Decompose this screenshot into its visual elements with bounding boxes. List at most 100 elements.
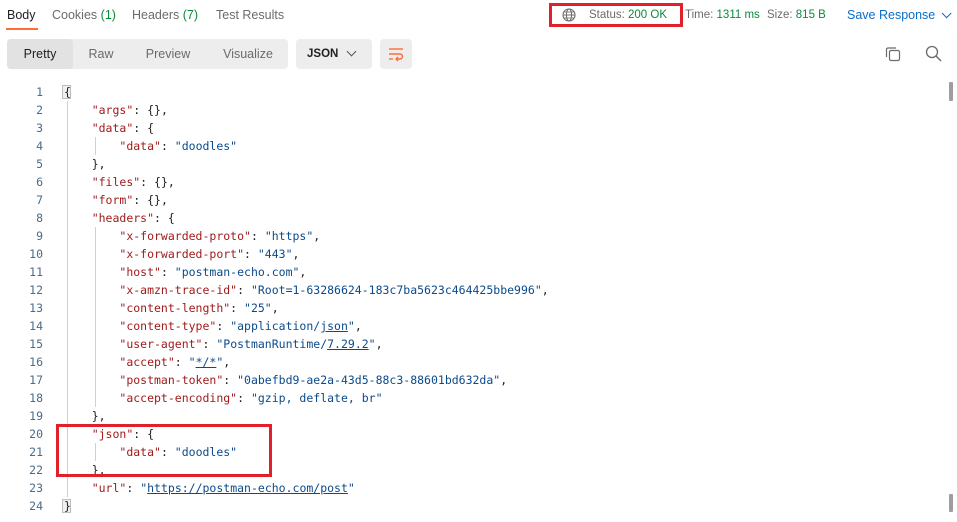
code-line: 5 }, xyxy=(0,155,945,173)
code-text: "files": {}, xyxy=(91,175,175,189)
search-icon[interactable] xyxy=(925,45,942,62)
view-raw-button[interactable]: Raw xyxy=(75,39,127,69)
status-label: Status: xyxy=(589,9,625,21)
code-text: "args": {}, xyxy=(91,103,168,117)
code-text: "content-type": "application/json", xyxy=(119,319,362,333)
line-number: 23 xyxy=(29,481,43,495)
code-line: 16 "accept": "*/*", xyxy=(0,353,945,371)
chevron-down-icon xyxy=(346,46,357,57)
size-value: 815 B xyxy=(795,9,826,21)
code-line: 13 "content-length": "25", xyxy=(0,299,945,317)
code-line: 23 "url": "https://postman-echo.com/post… xyxy=(0,479,945,497)
view-preview-button[interactable]: Preview xyxy=(131,39,205,69)
code-line: 3 "data": { xyxy=(0,119,945,137)
line-number: 3 xyxy=(36,121,43,135)
line-number: 22 xyxy=(29,463,43,477)
code-line: 19 }, xyxy=(0,407,945,425)
line-number: 24 xyxy=(29,499,43,513)
size-label: Size: xyxy=(767,9,793,21)
code-text: "x-forwarded-proto": "https", xyxy=(119,229,321,243)
code-text: "x-forwarded-port": "443", xyxy=(119,247,300,261)
wrap-lines-button[interactable] xyxy=(380,39,412,69)
line-number: 4 xyxy=(36,139,43,153)
line-number: 7 xyxy=(36,193,43,207)
tab-body[interactable]: Body xyxy=(7,8,36,22)
copy-icon[interactable] xyxy=(885,46,901,62)
code-text: "data": { xyxy=(91,121,155,135)
view-visualize-button[interactable]: Visualize xyxy=(211,39,285,69)
size-indicator[interactable]: Size: 815 B xyxy=(767,9,826,21)
line-number: 11 xyxy=(29,265,43,279)
line-number: 18 xyxy=(29,391,43,405)
format-dropdown[interactable]: JSON xyxy=(296,39,372,69)
code-line: 11 "host": "postman-echo.com", xyxy=(0,263,945,281)
code-line: 8 "headers": { xyxy=(0,209,945,227)
line-number: 14 xyxy=(29,319,43,333)
line-number: 6 xyxy=(36,175,43,189)
code-text: }, xyxy=(64,409,106,423)
line-number: 8 xyxy=(36,211,43,225)
code-line: 4 "data": "doodles" xyxy=(0,137,945,155)
status-indicator[interactable]: Status: 200 OK xyxy=(589,9,667,21)
code-text: "postman-token": "0abefbd9-ae2a-43d5-88c… xyxy=(119,373,508,387)
line-number: 2 xyxy=(36,103,43,117)
code-line: 12 "x-amzn-trace-id": "Root=1-63286624-1… xyxy=(0,281,945,299)
json-highlight-box xyxy=(56,424,272,477)
line-number: 17 xyxy=(29,373,43,387)
line-number: 20 xyxy=(29,427,43,441)
code-line: 24} xyxy=(0,497,945,515)
code-text: }, xyxy=(64,157,106,171)
code-text: "form": {}, xyxy=(91,193,168,207)
indent-guide xyxy=(95,227,96,407)
code-line: 10 "x-forwarded-port": "443", xyxy=(0,245,945,263)
time-indicator[interactable]: Time: 1311 ms xyxy=(685,9,760,21)
status-value: 200 OK xyxy=(628,9,668,21)
code-text: "content-length": "25", xyxy=(119,301,279,315)
code-text: "url": "https://postman-echo.com/post" xyxy=(91,481,355,495)
code-text: "host": "postman-echo.com", xyxy=(119,265,307,279)
code-line: 14 "content-type": "application/json", xyxy=(0,317,945,335)
time-label: Time: xyxy=(685,9,714,21)
code-line: 9 "x-forwarded-proto": "https", xyxy=(0,227,945,245)
chevron-down-icon xyxy=(941,8,952,19)
time-value: 1311 ms xyxy=(716,9,760,21)
format-label: JSON xyxy=(307,48,339,60)
code-line: 6 "files": {}, xyxy=(0,173,945,191)
line-number: 16 xyxy=(29,355,43,369)
tab-headers-label: Headers xyxy=(132,8,180,22)
tab-test-results[interactable]: Test Results xyxy=(216,8,284,22)
tab-test-results-label: Test Results xyxy=(216,8,285,22)
code-text: } xyxy=(64,499,71,513)
wrap-lines-icon xyxy=(389,48,404,62)
view-mode-selector: Pretty Raw Preview Visualize xyxy=(7,39,288,69)
scroll-thumb-bottom[interactable] xyxy=(949,494,953,512)
editor-scrollbar[interactable] xyxy=(947,81,955,522)
response-tab-bar: Body Cookies (1) Headers (7) Test Result… xyxy=(0,0,957,32)
tab-cookies[interactable]: Cookies (1) xyxy=(52,8,116,22)
code-text: "data": "doodles" xyxy=(119,139,238,153)
line-number: 15 xyxy=(29,337,43,351)
tab-cookies-label: Cookies xyxy=(52,8,98,22)
scroll-thumb-top[interactable] xyxy=(949,82,953,101)
code-text: "headers": { xyxy=(91,211,175,225)
view-pretty-button[interactable]: Pretty xyxy=(7,39,73,69)
tab-headers-count: (7) xyxy=(182,8,199,22)
code-text: "accept": "*/*", xyxy=(119,355,231,369)
line-number: 12 xyxy=(29,283,43,297)
save-response-label: Save Response xyxy=(847,8,936,22)
line-number: 9 xyxy=(36,229,43,243)
line-number: 19 xyxy=(29,409,43,423)
line-number: 10 xyxy=(29,247,43,261)
code-text: { xyxy=(64,85,71,99)
save-response-button[interactable]: Save Response xyxy=(847,8,952,22)
line-number: 13 xyxy=(29,301,43,315)
code-text: "x-amzn-trace-id": "Root=1-63286624-183c… xyxy=(119,283,549,297)
tab-body-label: Body xyxy=(7,8,36,22)
code-line: 2 "args": {}, xyxy=(0,101,945,119)
code-text: "accept-encoding": "gzip, deflate, br" xyxy=(119,391,383,405)
code-line: 17 "postman-token": "0abefbd9-ae2a-43d5-… xyxy=(0,371,945,389)
tab-headers[interactable]: Headers (7) xyxy=(132,8,198,22)
globe-icon[interactable] xyxy=(562,8,576,22)
line-number: 5 xyxy=(36,157,43,171)
code-line: 1{ xyxy=(0,83,945,101)
